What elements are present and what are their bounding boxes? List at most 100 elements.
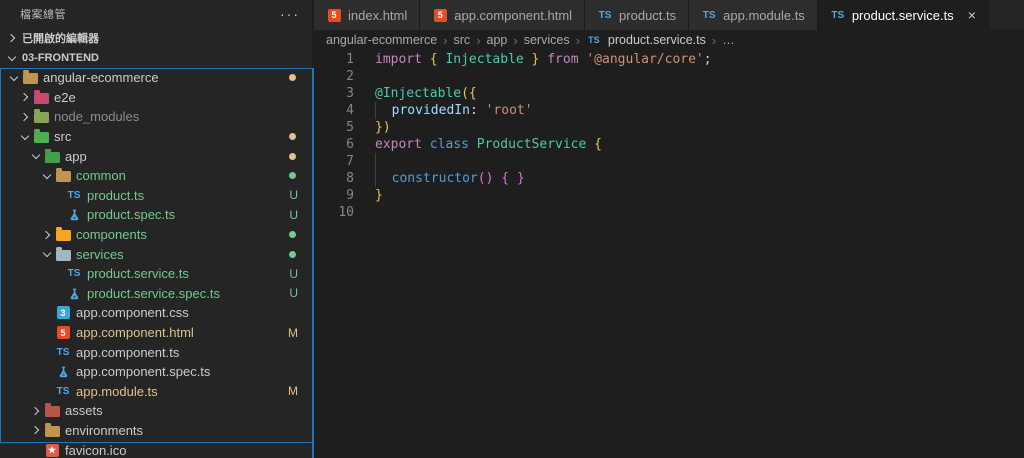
folder-src-icon — [33, 129, 49, 145]
tab-product.service.ts[interactable]: TS product.service.ts × — [817, 0, 989, 30]
folder-root-icon — [22, 70, 38, 85]
html5-icon: 5 — [55, 325, 71, 341]
code-line[interactable]: 3 @Injectable({ — [314, 85, 1024, 102]
folder-root-icon — [22, 70, 38, 86]
chevron-down-icon — [4, 50, 20, 66]
tree-item-common[interactable]: common — [0, 166, 312, 186]
editor-group: 5 index.html 5 app.component.html TS product.… — [314, 0, 1024, 458]
explorer-sidebar: 檔案總管 ··· 已開啟的編輯器 03-FRONTEND angular-eco… — [0, 0, 312, 458]
tree-item-product.ts[interactable]: TS product.ts U — [0, 186, 312, 206]
chevron-right-icon — [28, 403, 44, 419]
code-line[interactable]: 2 — [314, 68, 1024, 85]
folder-icon — [44, 422, 60, 437]
line-number: 9 — [346, 188, 354, 203]
code-line[interactable]: 4 providedIn: 'root' — [314, 102, 1024, 119]
code-editor[interactable]: 1 import { Injectable } from '@angular/co… — [314, 50, 1024, 221]
tree-item-app.component.css[interactable]: 3 app.component.css — [0, 303, 312, 323]
code-token: () — [477, 171, 494, 186]
tree-item-app.component.spec.ts[interactable]: app.component.spec.ts — [0, 362, 312, 382]
section-open-editors[interactable]: 已開啟的編輯器 — [0, 28, 312, 48]
folder-app-icon — [44, 148, 60, 164]
breadcrumb-item[interactable]: app — [487, 33, 508, 47]
folder-src-icon — [33, 129, 49, 144]
more-actions-icon[interactable]: ··· — [280, 7, 300, 21]
line-number: 5 — [346, 120, 354, 135]
breadcrumb-item[interactable]: services — [524, 33, 570, 47]
indent-guide — [375, 170, 392, 187]
folder-node-icon — [33, 109, 49, 124]
breadcrumb-separator-icon: › — [476, 32, 481, 48]
code-line[interactable]: 5}) — [314, 119, 1024, 136]
chevron-right-icon — [39, 227, 55, 243]
tree-item-label: app.component.spec.ts — [76, 364, 211, 380]
tab-label: product.service.ts — [851, 7, 954, 23]
tree-item-label: assets — [65, 403, 103, 419]
line-number: 1 — [346, 52, 354, 67]
breadcrumb-item[interactable]: src — [454, 33, 471, 47]
tab-index.html[interactable]: 5 index.html — [314, 0, 421, 30]
tree-item-label: favicon.ico — [65, 442, 127, 458]
code-line[interactable]: 7 — [314, 153, 1024, 170]
tree-item-node_modules[interactable]: node_modules — [0, 107, 312, 127]
tab-label: app.component.html — [454, 7, 573, 23]
tree-item-app.component.ts[interactable]: TS app.component.ts — [0, 342, 312, 362]
tree-item-product.service.spec.ts[interactable]: product.service.spec.ts U — [0, 284, 312, 304]
section-workspace[interactable]: 03-FRONTEND — [0, 48, 312, 68]
close-icon[interactable]: × — [968, 8, 976, 22]
chevron-right-icon — [28, 422, 44, 438]
code-line[interactable]: 6 export class ProductService { — [314, 136, 1024, 153]
favicon-icon: ★ — [45, 443, 59, 457]
chevron-down-icon — [17, 129, 33, 145]
typescript-icon: TS — [598, 9, 612, 21]
breadcrumb-symbol-tail[interactable]: … — [722, 33, 735, 47]
chevron-down-icon — [6, 70, 22, 86]
css3-icon: 3 — [55, 305, 71, 321]
tree-item-environments[interactable]: environments — [0, 421, 312, 441]
tab-app.component.html[interactable]: 5 app.component.html — [420, 0, 586, 30]
typescript-icon: TS — [67, 268, 81, 280]
tree-item-assets[interactable]: assets — [0, 401, 312, 421]
tree-item-label: app.module.ts — [76, 383, 158, 399]
code-line[interactable]: 8 constructor() { } — [314, 170, 1024, 187]
sidebar-resize-sash[interactable] — [312, 68, 314, 458]
code-token: Injectable — [445, 52, 524, 67]
line-number: 8 — [346, 171, 354, 186]
typescript-icon: TS — [702, 9, 716, 21]
tree-item-product.service.ts[interactable]: TS product.service.ts U — [0, 264, 312, 284]
tree-item-src[interactable]: src — [0, 127, 312, 147]
code-token: { — [429, 52, 446, 67]
tab-app.module.ts[interactable]: TS app.module.ts — [689, 0, 818, 30]
chevron-down-icon — [28, 148, 44, 164]
chevron-right-icon — [17, 109, 33, 125]
chevron-right-icon — [4, 30, 20, 46]
breadcrumb-separator-icon: › — [443, 32, 448, 48]
tree-item-angular-ecommerce[interactable]: angular-ecommerce — [0, 68, 312, 88]
git-status-badge: M — [288, 325, 298, 340]
code-line[interactable]: 10 — [314, 204, 1024, 221]
tree-item-favicon.ico[interactable]: ★ favicon.ico — [0, 440, 312, 458]
typescript-icon: TS — [56, 385, 70, 397]
tree-item-services[interactable]: services — [0, 244, 312, 264]
folder-services-icon — [55, 246, 71, 262]
breadcrumb-file[interactable]: product.service.ts — [608, 33, 706, 47]
section-open-editors-label: 已開啟的編輯器 — [22, 33, 99, 45]
tree-item-app[interactable]: app — [0, 146, 312, 166]
tree-item-app.component.html[interactable]: 5 app.component.html M — [0, 323, 312, 343]
tab-product.ts[interactable]: TS product.ts — [585, 0, 690, 30]
tree-item-e2e[interactable]: e2e — [0, 88, 312, 108]
git-status-badge: U — [289, 266, 298, 281]
tab-label: index.html — [348, 7, 408, 23]
tree-item-product.spec.ts[interactable]: product.spec.ts U — [0, 205, 312, 225]
typescript-icon: TS — [588, 35, 600, 45]
code-line[interactable]: 1 import { Injectable } from '@angular/co… — [314, 51, 1024, 68]
tree-item-label: product.spec.ts — [87, 207, 176, 223]
breadcrumb-item[interactable]: angular-ecommerce — [326, 33, 437, 47]
tab-label: app.module.ts — [723, 7, 805, 23]
tree-item-label: src — [54, 129, 72, 145]
git-status-badge: U — [289, 286, 298, 301]
tree-item-components[interactable]: components — [0, 225, 312, 245]
code-line[interactable]: 9} — [314, 187, 1024, 204]
tree-item-app.module.ts[interactable]: TS app.module.ts M — [0, 382, 312, 402]
line-number: 3 — [346, 86, 354, 101]
breadcrumb: angular-ecommerce › src › app › services › TS pro… — [314, 30, 1024, 50]
